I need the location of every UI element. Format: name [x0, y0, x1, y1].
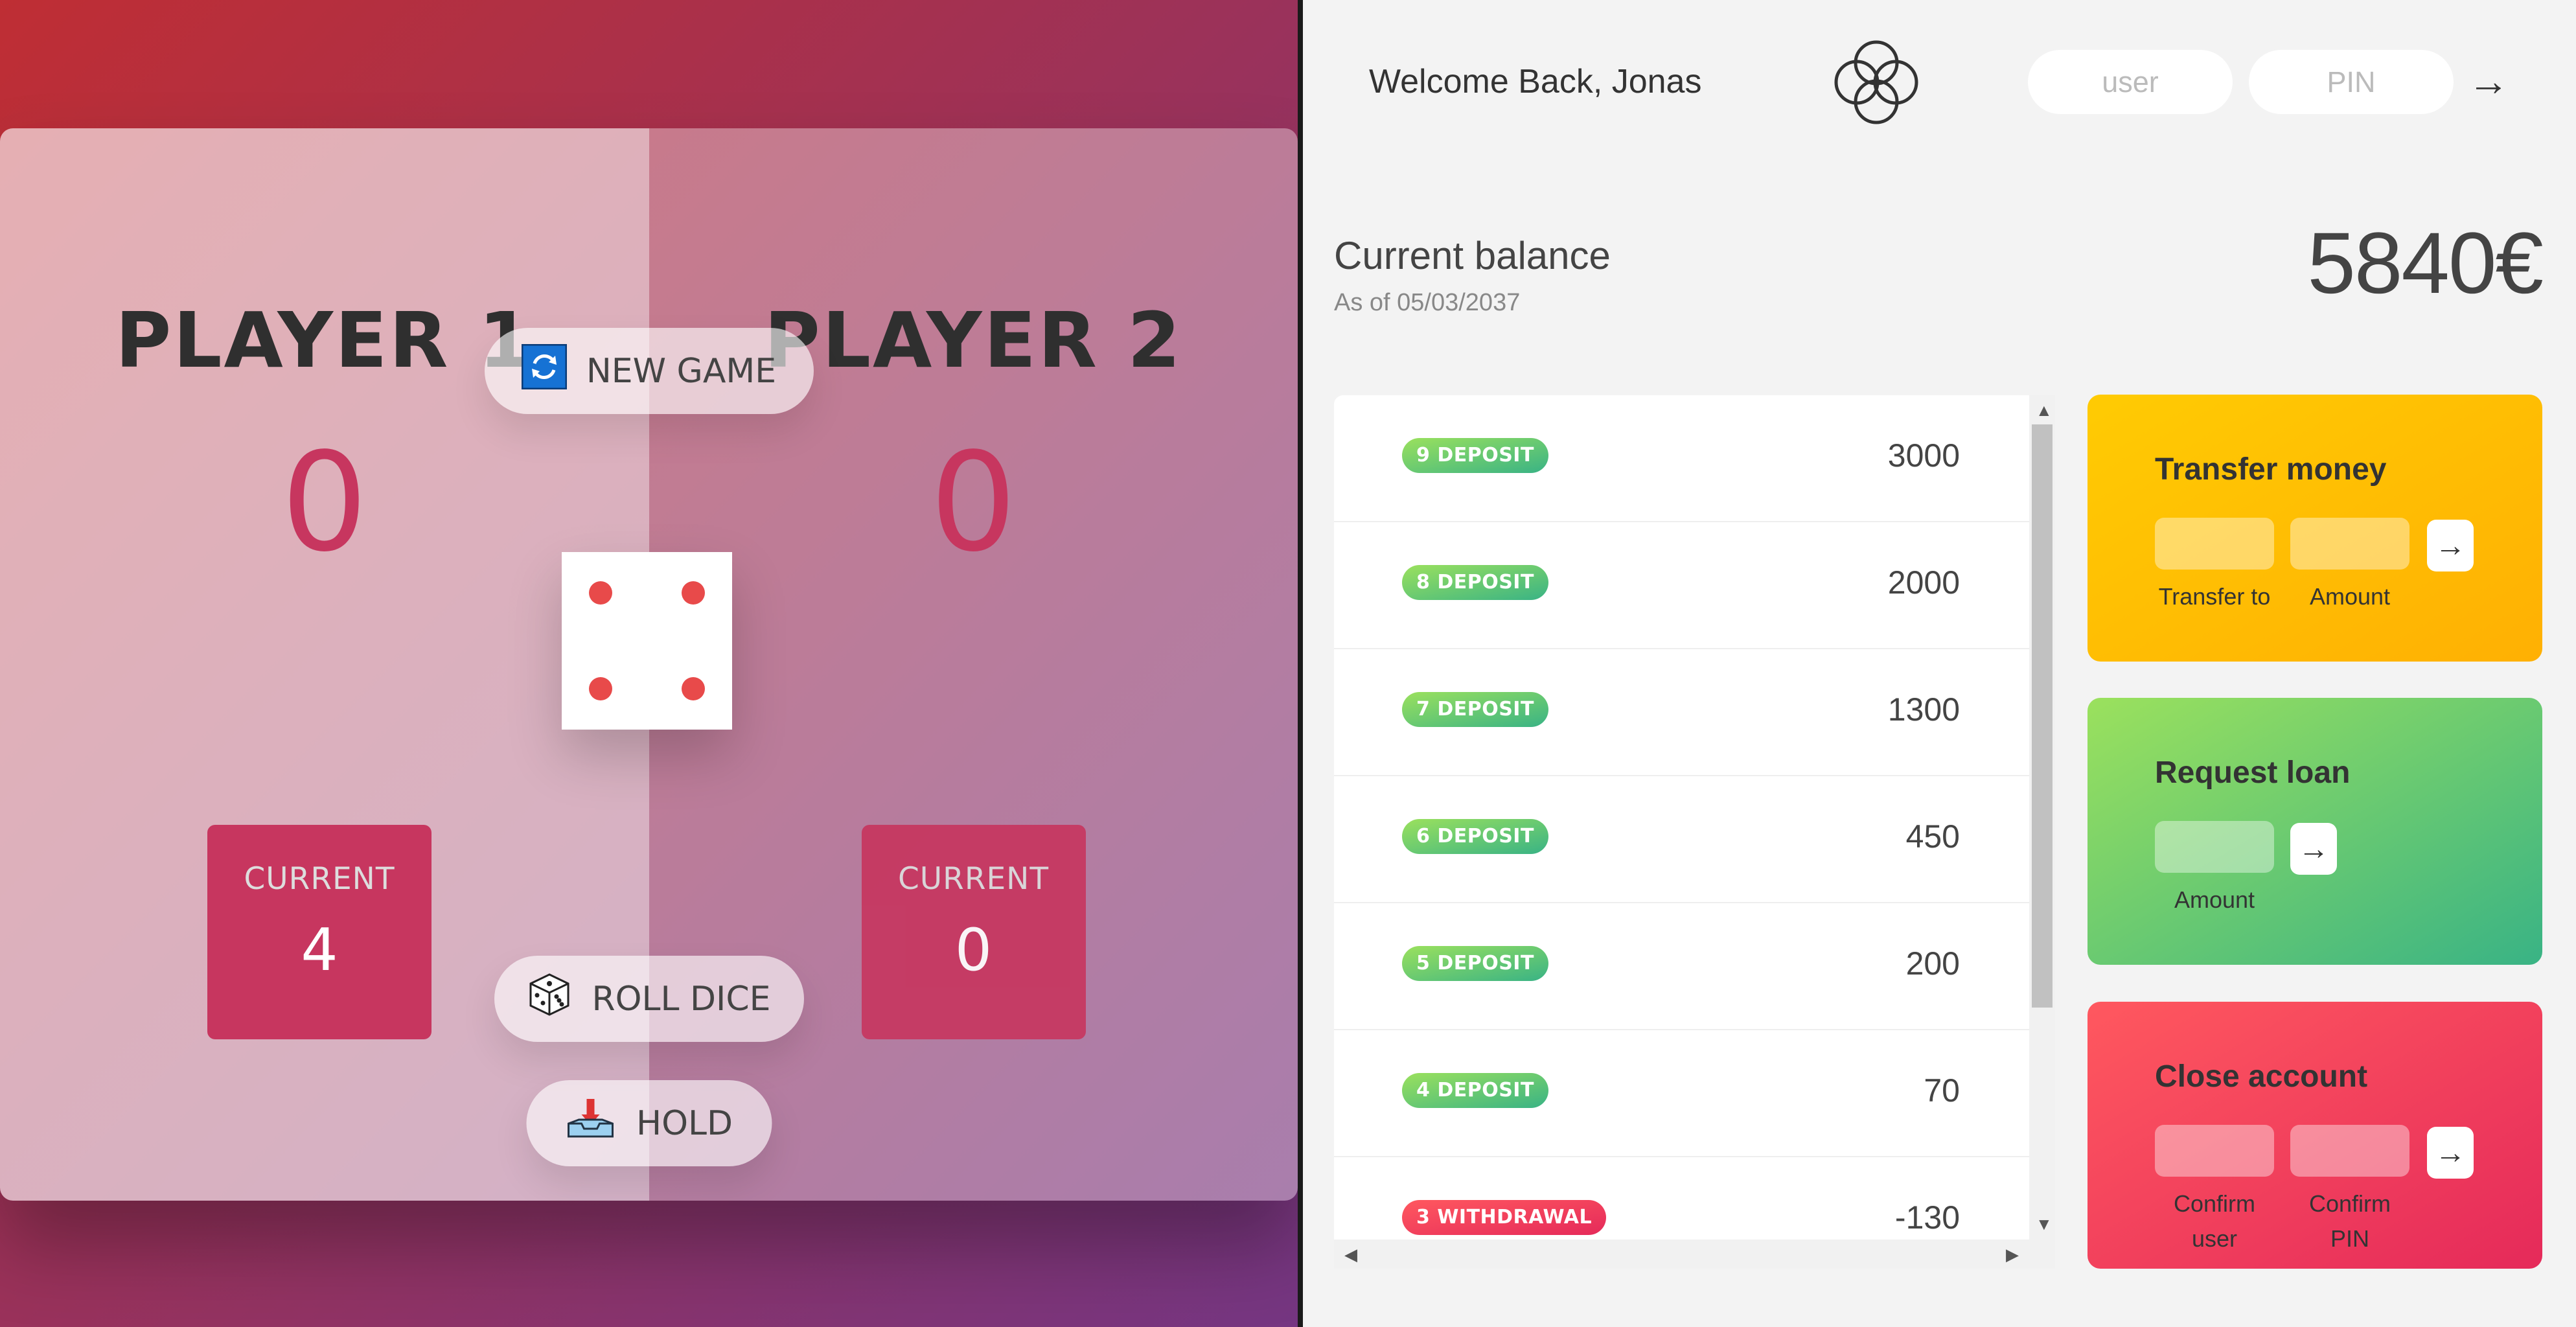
movements-list[interactable]: 9 DEPOSIT 3000 8 DEPOSIT 2000 7 DEPOSIT 1300 6… [1334, 395, 2029, 1269]
movement-row: 9 DEPOSIT 3000 [1334, 395, 2029, 522]
movement-row: 4 DEPOSIT 70 [1334, 1030, 2029, 1157]
movement-value: 1300 [1887, 691, 1960, 728]
movement-value: -130 [1894, 1199, 1960, 1236]
loan-amount-input[interactable] [2155, 821, 2274, 873]
vertical-scrollbar[interactable]: ▲ ▼ [2029, 395, 2055, 1240]
close-title: Close account [2155, 1059, 2368, 1094]
dice-game-window: PLAYER 1 0 CURRENT 4 PLAYER 2 0 CURRENT … [0, 0, 1298, 1327]
scroll-right-icon[interactable]: ▶ [2006, 1245, 2019, 1265]
loan-submit-button[interactable]: → [2290, 823, 2337, 875]
hold-label: HOLD [636, 1103, 733, 1143]
movement-row: 6 DEPOSIT 450 [1334, 776, 2029, 903]
hold-button[interactable]: HOLD [526, 1080, 772, 1166]
player-1-score: 0 [281, 423, 368, 582]
player-2-score: 0 [930, 423, 1017, 582]
movement-type-badge: 6 DEPOSIT [1402, 819, 1548, 854]
game-board: PLAYER 1 0 CURRENT 4 PLAYER 2 0 CURRENT … [0, 128, 1298, 1201]
transfer-to-label: Transfer to [2158, 583, 2271, 610]
request-loan-card: Request loan → Amount [2087, 698, 2542, 965]
roll-dice-button[interactable]: ROLL DICE [494, 956, 804, 1042]
roll-dice-label: ROLL DICE [592, 979, 771, 1019]
login-pin-input[interactable]: PIN [2249, 50, 2454, 114]
horizontal-scrollbar[interactable]: ◀ ▶ [1334, 1240, 2055, 1269]
movement-type-badge: 5 DEPOSIT [1402, 946, 1548, 981]
scroll-up-icon[interactable]: ▲ [2036, 400, 2053, 421]
close-account-card: Close account → Confirm user Confirm PIN [2087, 1002, 2542, 1269]
movement-type-badge: 8 DEPOSIT [1402, 565, 1548, 600]
scroll-down-icon[interactable]: ▼ [2036, 1214, 2053, 1234]
scrollbar-thumb[interactable] [2032, 424, 2053, 1008]
movement-type-badge: 9 DEPOSIT [1402, 438, 1548, 473]
movement-row: 8 DEPOSIT 2000 [1334, 522, 2029, 649]
logo [1828, 34, 1925, 131]
new-game-button[interactable]: NEW GAME [484, 328, 814, 414]
dice-pip [681, 581, 705, 605]
player-1-current-label: CURRENT [244, 861, 395, 897]
window-divider [1298, 0, 1303, 1327]
login-button[interactable]: → [2468, 57, 2509, 105]
bank-app-window: Welcome Back, Jonas user PIN → Current b… [1303, 0, 2576, 1327]
loan-title: Request loan [2155, 756, 2351, 790]
balance-label: Current balance [1334, 234, 1611, 277]
transfer-amount-input[interactable] [2290, 518, 2409, 570]
movement-value: 200 [1905, 945, 1960, 982]
login-user-input[interactable]: user [2028, 50, 2233, 114]
dice-image [562, 552, 732, 730]
movement-value: 450 [1905, 818, 1960, 855]
player-1-current-box: CURRENT 4 [207, 825, 431, 1039]
movement-row: 5 DEPOSIT 200 [1334, 903, 2029, 1030]
movement-value: 3000 [1887, 437, 1960, 474]
balance-date: As of 05/03/2037 [1334, 289, 1521, 316]
refresh-icon [521, 343, 568, 398]
player-2-current-score: 0 [954, 916, 993, 984]
dice-icon [527, 972, 572, 1026]
loan-amount-label: Amount [2174, 886, 2255, 913]
player-2-current-label: CURRENT [897, 861, 1050, 897]
inbox-tray-icon [565, 1096, 617, 1150]
close-submit-button[interactable]: → [2427, 1127, 2474, 1179]
movement-row: 7 DEPOSIT 1300 [1334, 649, 2029, 776]
welcome-message: Welcome Back, Jonas [1369, 63, 1702, 100]
movement-type-badge: 4 DEPOSIT [1402, 1073, 1548, 1108]
new-game-label: NEW GAME [586, 351, 777, 391]
player-1-current-score: 4 [301, 916, 338, 984]
player-2-current-box: CURRENT 0 [861, 825, 1086, 1039]
dice-pip [589, 676, 613, 700]
movement-value: 70 [1924, 1072, 1960, 1109]
transfer-money-card: Transfer money → Transfer to Amount [2087, 395, 2542, 662]
scroll-left-icon[interactable]: ◀ [1344, 1245, 1357, 1265]
dice-pip [589, 581, 613, 605]
dice-pip [681, 676, 705, 700]
transfer-submit-button[interactable]: → [2427, 520, 2474, 571]
transfer-title: Transfer money [2155, 452, 2387, 487]
close-pin-label: Confirm PIN [2308, 1190, 2391, 1252]
close-user-label: Confirm user [2173, 1190, 2256, 1252]
transfer-amount-label: Amount [2309, 583, 2391, 610]
movement-value: 2000 [1887, 564, 1960, 601]
close-user-input[interactable] [2155, 1125, 2274, 1177]
balance-value: 5840€ [2307, 215, 2544, 312]
transfer-to-input[interactable] [2155, 518, 2274, 570]
movement-type-badge: 7 DEPOSIT [1402, 692, 1548, 727]
close-pin-input[interactable] [2290, 1125, 2409, 1177]
movement-type-badge: 3 WITHDRAWAL [1402, 1200, 1607, 1235]
